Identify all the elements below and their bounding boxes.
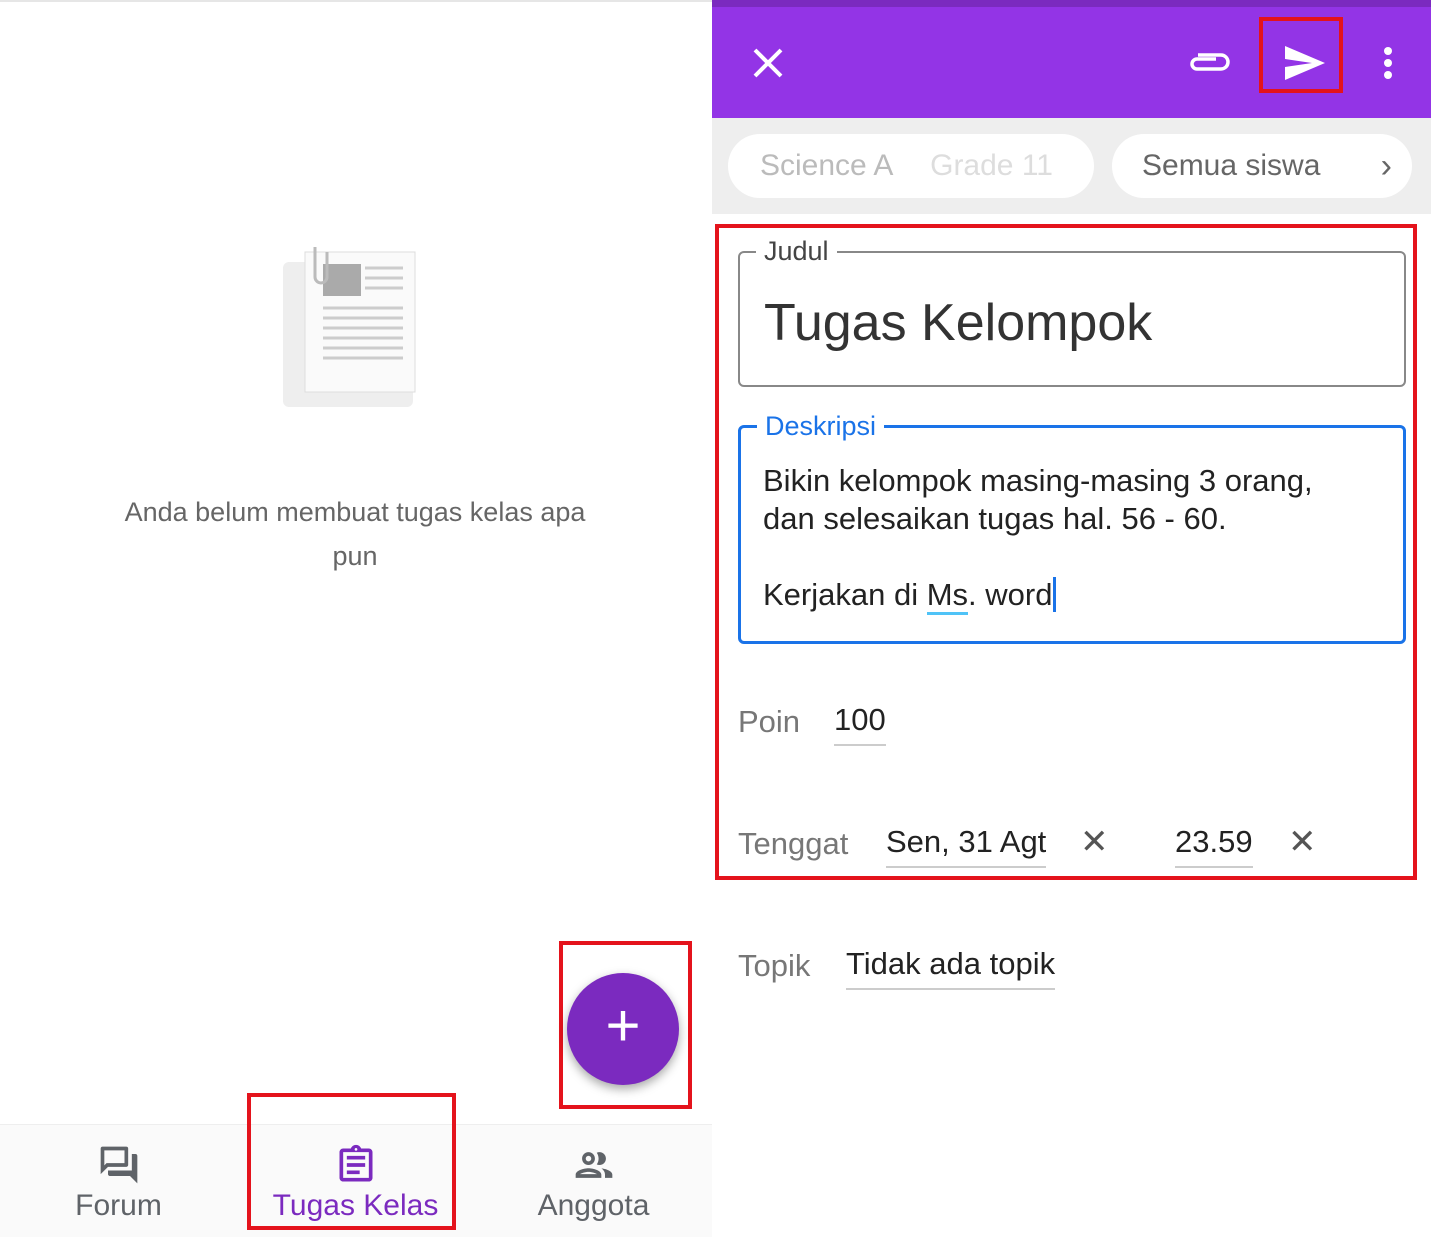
text-cursor — [1053, 577, 1057, 612]
points-label: Poin — [738, 704, 801, 739]
forum-icon — [100, 1146, 137, 1184]
chevron-right-icon: › — [1380, 147, 1392, 185]
people-icon — [575, 1152, 612, 1178]
top-app-bar — [712, 0, 1431, 118]
points-input[interactable]: 100 — [834, 702, 886, 746]
description-label: Deskripsi — [757, 411, 885, 441]
close-icon[interactable] — [752, 47, 784, 79]
empty-assignment-illustration-icon — [283, 247, 416, 407]
highlight-box — [247, 1093, 456, 1230]
topic-label: Topik — [738, 948, 811, 983]
description-line: Bikin kelompok masing-masing 3 orang, — [763, 463, 1313, 498]
due-time-input[interactable]: 23.59 — [1175, 824, 1253, 868]
nav-people[interactable]: Anggota — [475, 1125, 712, 1238]
create-button[interactable]: + — [567, 973, 679, 1085]
spellcheck-word: Ms — [926, 577, 969, 615]
clear-time-icon[interactable]: ✕ — [1288, 822, 1317, 862]
description-line: Kerjakan di Ms. word — [763, 576, 1313, 615]
text: . word — [968, 577, 1053, 612]
class-chip[interactable]: Science A Grade 11 — [728, 134, 1094, 198]
due-label: Tenggat — [738, 826, 849, 861]
nav-forum[interactable]: Forum — [0, 1125, 237, 1238]
class-section: Grade 11 — [930, 149, 1053, 182]
paperclip-icon[interactable] — [1186, 49, 1230, 75]
more-vert-icon[interactable] — [1380, 45, 1396, 85]
description-line: dan selesaikan tugas hal. 56 - 60. — [763, 501, 1227, 536]
due-date-input[interactable]: Sen, 31 Agt — [886, 824, 1047, 868]
description-field[interactable]: Deskripsi Bikin kelompok masing-masing 3… — [738, 411, 1406, 644]
students-chip[interactable]: Semua siswa › — [1112, 134, 1412, 198]
highlight-box — [1259, 17, 1343, 93]
title-field[interactable]: Judul Tugas Kelompok — [738, 236, 1406, 387]
audience-bar: Science A Grade 11 Semua siswa › — [712, 118, 1431, 214]
empty-state-message: Anda belum membuat tugas kelas apa pun — [124, 497, 586, 571]
title-input[interactable]: Tugas Kelompok — [764, 293, 1152, 353]
students-label: Semua siswa — [1142, 149, 1321, 182]
classwork-pane: Anda belum membuat tugas kelas apa pun +… — [0, 0, 712, 1238]
title-label: Judul — [756, 236, 837, 266]
nav-label: Forum — [75, 1189, 162, 1222]
topic-select[interactable]: Tidak ada topik — [846, 946, 1056, 990]
class-name: Science A — [760, 149, 892, 182]
text: Kerjakan di — [763, 577, 927, 612]
description-input[interactable]: Bikin kelompok masing-masing 3 orang, da… — [763, 462, 1313, 615]
nav-label: Anggota — [537, 1189, 650, 1222]
clear-date-icon[interactable]: ✕ — [1080, 822, 1109, 862]
